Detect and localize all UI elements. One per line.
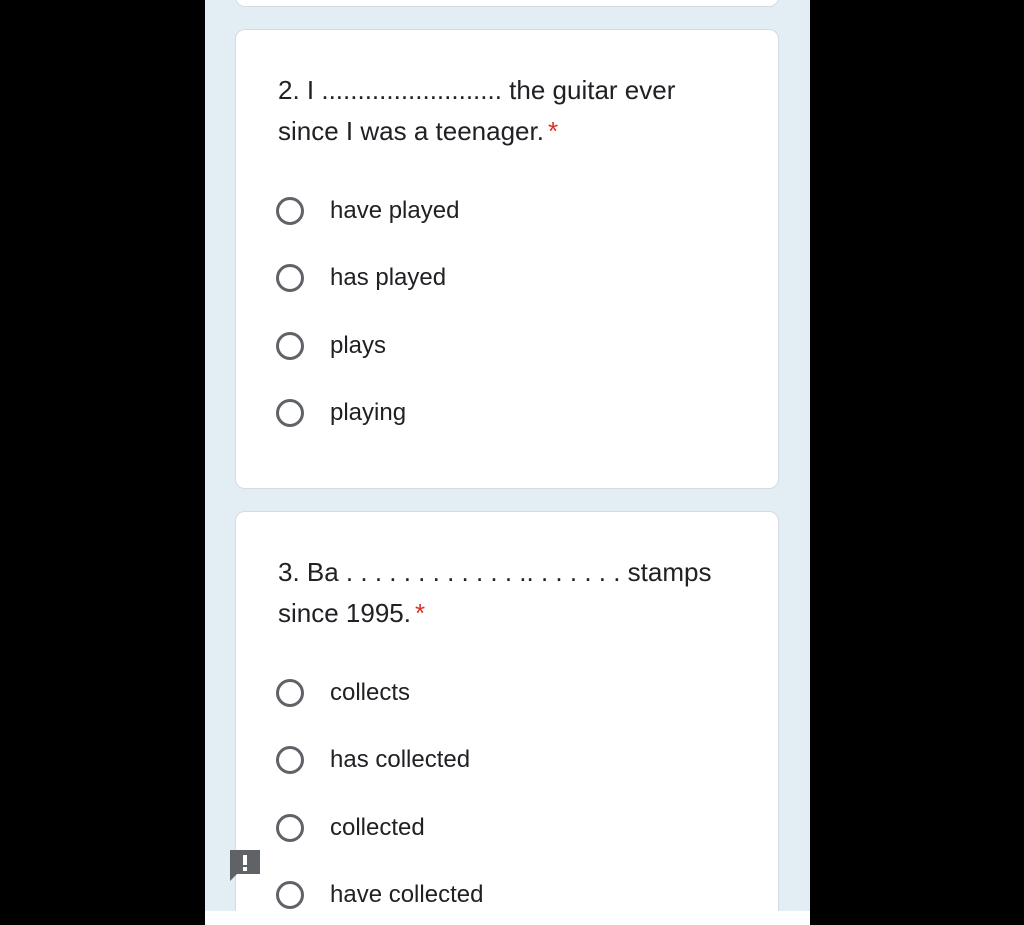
report-feedback-icon[interactable] bbox=[228, 848, 262, 882]
option-playing[interactable]: playing bbox=[276, 393, 406, 433]
option-have-collected[interactable]: have collected bbox=[276, 875, 483, 911]
option-has-collected[interactable]: has collected bbox=[276, 740, 470, 780]
radio-button[interactable] bbox=[276, 881, 304, 909]
form-viewport: 2. I ......................... the guita… bbox=[205, 0, 810, 911]
question-2-text: 2. I ......................... the guita… bbox=[278, 75, 676, 146]
radio-button[interactable] bbox=[276, 746, 304, 774]
option-have-played[interactable]: have played bbox=[276, 191, 459, 231]
radio-button[interactable] bbox=[276, 679, 304, 707]
question-text: 3. Ba . . . . . . . . . . . . .. . . . .… bbox=[278, 552, 738, 634]
option-label: playing bbox=[330, 399, 407, 426]
option-label: have collected bbox=[330, 881, 484, 908]
radio-button[interactable] bbox=[276, 264, 304, 292]
option-collects[interactable]: collects bbox=[276, 673, 410, 713]
radio-button[interactable] bbox=[276, 814, 304, 842]
option-label: has collected bbox=[330, 746, 471, 773]
option-collected[interactable]: collected bbox=[276, 808, 425, 848]
previous-question-card bbox=[235, 0, 779, 7]
radio-button[interactable] bbox=[276, 332, 304, 360]
question-card-3: 3. Ba . . . . . . . . . . . . .. . . . .… bbox=[235, 511, 779, 911]
option-label: have played bbox=[330, 197, 460, 224]
option-label: collected bbox=[330, 814, 425, 841]
radio-button[interactable] bbox=[276, 399, 304, 427]
bottom-bar bbox=[205, 911, 810, 925]
option-label: collects bbox=[330, 679, 411, 706]
question-3-text: 3. Ba . . . . . . . . . . . . .. . . . .… bbox=[278, 557, 712, 628]
required-marker: * bbox=[547, 116, 559, 146]
option-label: has played bbox=[330, 264, 447, 291]
required-marker: * bbox=[414, 598, 426, 628]
question-card-2: 2. I ......................... the guita… bbox=[235, 29, 779, 489]
option-has-played[interactable]: has played bbox=[276, 258, 446, 298]
option-label: plays bbox=[330, 332, 387, 359]
option-plays[interactable]: plays bbox=[276, 326, 386, 366]
radio-button[interactable] bbox=[276, 197, 304, 225]
question-text: 2. I ......................... the guita… bbox=[278, 70, 738, 152]
